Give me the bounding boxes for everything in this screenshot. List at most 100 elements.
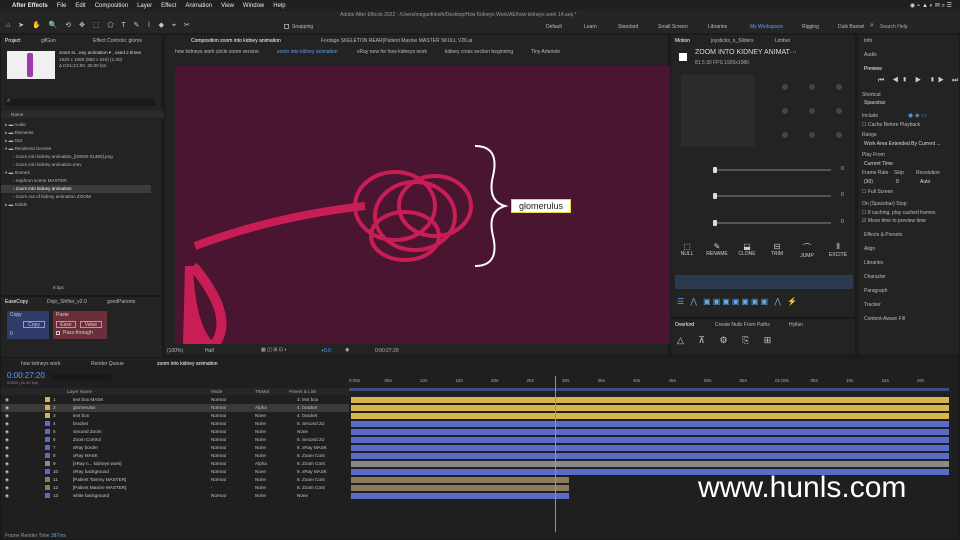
layer-mode-dropdown[interactable]: Normal (211, 493, 226, 498)
motion-curve-bar[interactable] (675, 275, 853, 289)
layer-mode-dropdown[interactable]: Normal (211, 397, 226, 402)
tab-dojo-shifter[interactable]: Dojo_Shifter_v2.0 (47, 299, 87, 305)
layer-trkmat-dropdown[interactable]: None (255, 477, 266, 482)
layer-trkmat-dropdown[interactable]: None (255, 413, 266, 418)
workspace-duik-bassel[interactable]: Duik Bassel (838, 24, 864, 30)
layer-name[interactable]: xRay background (73, 469, 109, 474)
label-color-swatch[interactable] (45, 485, 50, 490)
search-help-input[interactable]: Search Help (880, 24, 908, 30)
layer-parent-dropdown[interactable]: None (297, 493, 308, 498)
layer-row[interactable]: ◉ 13 white background Normal None None (1, 492, 349, 500)
menu-view[interactable]: View (221, 3, 234, 9)
tab-create-nulls[interactable]: Create Nulls From Paths (715, 322, 770, 328)
layer-row[interactable]: ◉ 10 xRay background Normal None 8. xRay MASK (1, 468, 349, 476)
layer-trkmat-dropdown[interactable]: None (255, 453, 266, 458)
layer-duration-bar[interactable] (351, 397, 949, 403)
workspace-standard[interactable]: Standard (618, 24, 638, 30)
layer-row[interactable]: ◉ 11 [Patient Tammy MASTER] Normal None 6. Zo… (1, 476, 349, 484)
layer-parent-dropdown[interactable]: 8. xRay MASK (297, 469, 327, 474)
workspace-my-workspace[interactable]: My Workspace (750, 24, 783, 30)
workspace-libraries[interactable]: Libraries (708, 24, 727, 30)
menu-edit[interactable]: Edit (75, 3, 85, 9)
workspace-default[interactable]: Default (546, 24, 562, 30)
layer-trkmat-dropdown[interactable]: Alpha (255, 461, 267, 466)
layer-name[interactable]: [xRay n... kidneys work] (73, 461, 122, 466)
tab-overlord[interactable]: Overlord (675, 322, 694, 328)
label-color-swatch[interactable] (45, 405, 50, 410)
label-color-swatch[interactable] (45, 477, 50, 482)
layer-trkmat-dropdown[interactable]: None (255, 485, 266, 490)
playback-controls[interactable]: ⏮ ◀▮ ▶ ▮▶ ⏭ (878, 77, 960, 85)
layer-duration-bar[interactable] (351, 429, 949, 435)
cache-checkbox[interactable]: ☐ Cache Before Playback (862, 122, 920, 128)
breadcrumb-5[interactable]: Tiny Arteriole (531, 49, 560, 55)
layer-duration-bar[interactable] (351, 445, 949, 451)
layer-duration-bar[interactable] (351, 453, 949, 459)
layer-row[interactable]: ◉ 9 [xRay n... kidneys work] Normal Alpha 6. … (1, 460, 349, 468)
motion-slider-2[interactable] (713, 195, 831, 197)
timeline-timecode[interactable]: 0:00:27:20 (7, 371, 45, 380)
motion-slider-3[interactable] (713, 222, 831, 224)
overlord-icons[interactable]: △ ⊼ ⚙ ⎘ ⊞ (677, 335, 777, 346)
clone-button[interactable]: ⬓ CLONE (735, 242, 759, 257)
label-color-swatch[interactable] (45, 493, 50, 498)
current-time-indicator[interactable] (555, 376, 556, 532)
visibility-eye-icon[interactable]: ◉ (5, 429, 9, 435)
tab-zoom-into-kidney[interactable]: zoom into kidney animation (157, 361, 218, 367)
layer-row[interactable]: ◉ 6 Zoom Control Normal None 5. Second Zo (1, 436, 349, 444)
label-color-swatch[interactable] (45, 397, 50, 402)
motion-color-swatch[interactable] (679, 53, 687, 61)
layer-row[interactable]: ◉ 4 bracket Normal None 5. Second Zo (1, 420, 349, 428)
tree-item-zoom-out[interactable]: ▫ zoom out of kidney animation ZOOM (13, 194, 91, 199)
time-ruler[interactable]: 0:00s 05s 10s 15s 20s 25s 30s 35s 40s 45s 50s 55s 01… (349, 374, 953, 394)
layer-row[interactable]: ◉ 12 [Patient Maxine MASTER] - None 6. Zoom C… (1, 484, 349, 492)
tab-render-queue[interactable]: Render Queue (91, 361, 124, 367)
app-menu[interactable]: After Effects (12, 3, 48, 9)
include-toggles[interactable]: ◉ ◈ ▭ (908, 112, 927, 119)
project-search-input[interactable]: ⌕ (5, 98, 155, 106)
panel-character[interactable]: Character (864, 274, 886, 280)
comp-viewer[interactable]: glomerulus (175, 66, 670, 344)
layer-duration-bar[interactable] (351, 405, 949, 411)
layer-duration-bar[interactable] (351, 413, 949, 419)
motion-slider-2-handle[interactable] (713, 193, 717, 199)
copy-button[interactable]: Copy (23, 321, 45, 328)
framerate-dropdown[interactable]: (30) (864, 179, 873, 185)
visibility-eye-icon[interactable]: ◉ (5, 405, 9, 411)
layer-search-input[interactable] (51, 374, 111, 381)
layer-parent-dropdown[interactable]: 6. Zoom Cont (297, 477, 325, 482)
visibility-eye-icon[interactable]: ◉ (5, 493, 9, 499)
layer-duration-bar[interactable] (351, 437, 949, 443)
work-area-bar[interactable] (349, 388, 949, 391)
layer-name[interactable]: Second Zoom (73, 429, 102, 434)
layer-trkmat-dropdown[interactable]: None (255, 437, 266, 442)
menu-composition[interactable]: Composition (95, 3, 128, 9)
motion-slider-1[interactable] (713, 169, 831, 171)
layer-row[interactable]: ◉ 1 text box MASK Normal 3. text box (1, 396, 349, 404)
layer-trkmat-dropdown[interactable]: None (255, 421, 266, 426)
layer-parent-dropdown[interactable]: 6. Zoom Cont (297, 485, 325, 490)
layer-name[interactable]: white background (73, 493, 109, 498)
if-caching-checkbox[interactable]: ☐ If caching, play cached frames (862, 210, 935, 216)
comp-timecode[interactable]: 0:00:27:20 (375, 348, 399, 354)
resolution-dropdown[interactable]: Half (205, 348, 214, 354)
breadcrumb-2[interactable]: zoom into kidney animation (277, 49, 338, 55)
tab-goodparents[interactable]: goodParents (107, 299, 135, 305)
panel-align[interactable]: Align (864, 246, 875, 252)
bpc-label[interactable]: 8 bpc (53, 285, 64, 290)
shortcut-dropdown[interactable]: Spacebar (864, 100, 954, 106)
jump-button[interactable]: ⌒ JUMP (795, 242, 819, 259)
tab-gifgun[interactable]: gifGun (41, 38, 56, 44)
null-button[interactable]: ⬚ NULL (675, 242, 699, 257)
visibility-eye-icon[interactable]: ◉ (5, 469, 9, 475)
camera-icon[interactable]: ◉ (345, 347, 349, 353)
tab-how-kidneys-work[interactable]: how kidneys work (21, 361, 60, 367)
tree-item-png-sequence[interactable]: ▫ zoom into kidney animation_[00000-0135… (13, 154, 113, 159)
resolution-dropdown[interactable]: Auto (920, 179, 930, 185)
visibility-eye-icon[interactable]: ◉ (5, 485, 9, 491)
workspace-rigging[interactable]: Rigging (802, 24, 819, 30)
layer-parent-dropdown[interactable]: 5. Second Zo (297, 421, 324, 426)
playfrom-dropdown[interactable]: Current Time (864, 161, 893, 167)
tree-item-elements[interactable]: ▸ ▬ Elements (5, 130, 34, 136)
layer-parent-dropdown[interactable]: None (297, 429, 308, 434)
